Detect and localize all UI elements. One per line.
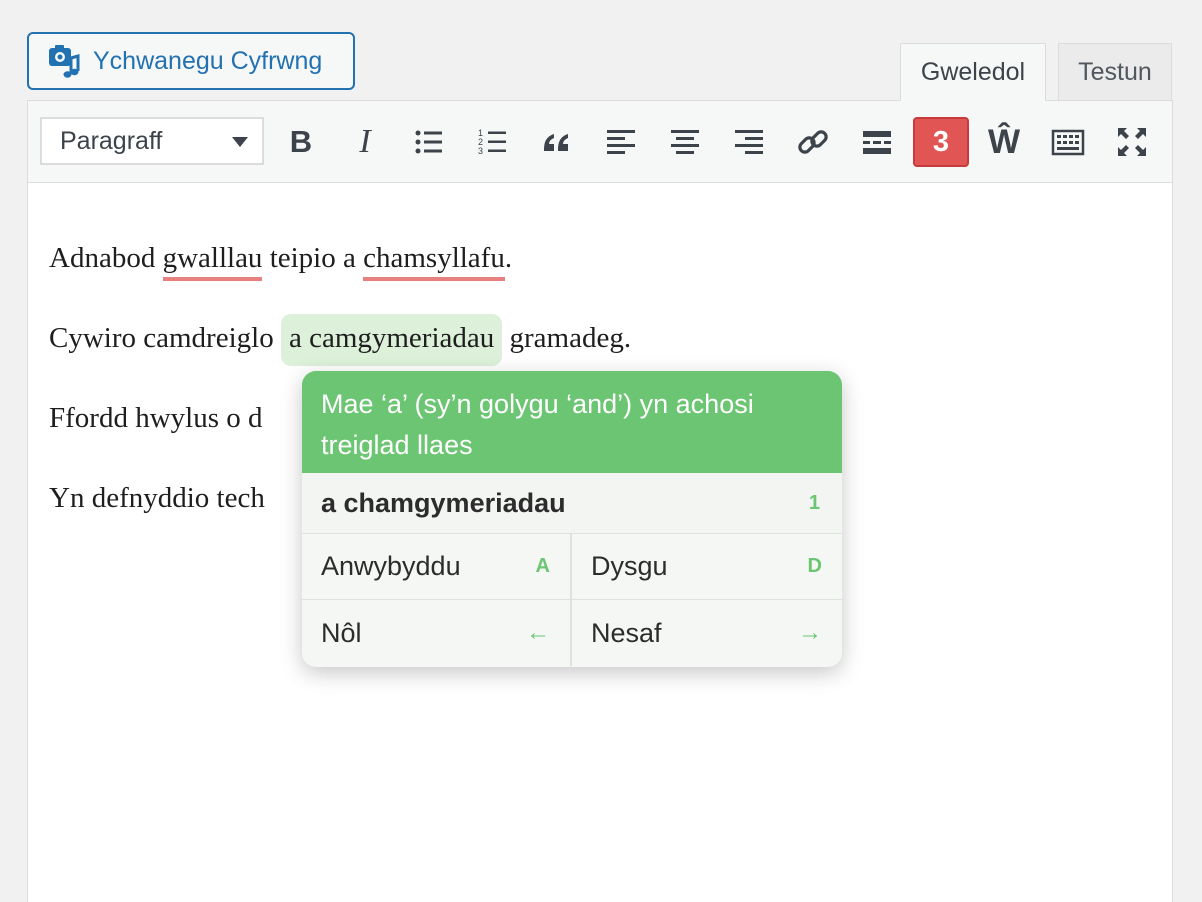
back-label: Nôl [321,617,362,648]
next-button[interactable]: Nesaf → [572,600,842,666]
italic-icon: I [359,123,371,160]
align-left-icon [607,130,635,154]
add-media-button[interactable]: Ychwanegu Cyfrwng [27,32,355,90]
learn-label: Dysgu [591,551,668,581]
shortcut-key: A [535,555,550,577]
align-right-icon [735,130,763,154]
suggestion-option[interactable]: a chamgymeriadau 1 [302,473,842,534]
shortcut-key: D [807,555,822,577]
format-select[interactable]: Paragraff [40,117,264,165]
fullscreen-button[interactable] [1105,117,1159,167]
align-left-button[interactable] [594,117,648,167]
spelling-error[interactable]: chamsyllafu [363,243,505,281]
blockquote-button[interactable] [530,117,584,167]
bold-icon: B [289,124,313,159]
text-run: teipio a [262,242,364,274]
paragraph: Yn defnyddio tech [49,482,265,514]
chevron-down-icon [232,137,248,147]
add-media-label: Ychwanegu Cyfrwng [93,46,323,75]
text-run: gramadeg. [502,322,632,354]
read-more-icon [863,131,891,154]
popup-actions: Anwybyddu A Dysgu D Nôl ← Nesaf → [302,534,842,666]
italic-button[interactable]: I [338,117,392,167]
grammar-error[interactable]: a camgymeriadau [280,314,503,366]
bullet-list-button[interactable] [402,117,456,167]
paragraph: Cywiro camdreiglo a camgymeriadau gramad… [49,314,632,366]
align-center-button[interactable] [658,117,712,167]
cysill-button[interactable]: Ŵ [977,117,1031,167]
read-more-button[interactable] [850,117,904,167]
ignore-label: Anwybyddu [321,551,461,581]
text-run: . [504,242,513,274]
paragraph: Adnabod gwalllau teipio a chamsyllafu. [49,242,512,281]
ignore-button[interactable]: Anwybyddu A [302,534,572,600]
grammar-suggestion-popup: Mae ‘a’ (sy’n golygu ‘and’) yn achosi tr… [302,371,842,667]
tab-text[interactable]: Testun [1058,43,1172,101]
toolbar-toggle-icon [1051,129,1085,156]
align-center-icon [671,130,699,154]
cysill-errors-badge[interactable]: 3 [913,117,969,167]
spelling-error[interactable]: gwalllau [162,243,263,281]
media-icon [47,44,81,78]
text-run: Adnabod [49,242,163,274]
link-icon [798,130,828,154]
svg-text:3: 3 [478,146,483,156]
editor-toolbar: Paragraff B I 1 2 3 3 Ŵ [27,100,1173,183]
align-right-button[interactable] [722,117,776,167]
paragraph: Ffordd hwylus o d [49,402,263,434]
arrow-left-icon: ← [526,619,550,646]
tab-visual[interactable]: Gweledol [900,43,1046,101]
shortcut-key: 1 [808,491,820,514]
popup-message: Mae ‘a’ (sy’n golygu ‘and’) yn achosi tr… [302,371,842,473]
learn-button[interactable]: Dysgu D [572,534,842,600]
numbered-list-icon: 1 2 3 [478,128,506,156]
format-select-value: Paragraff [60,126,163,155]
blockquote-icon [544,134,568,151]
arrow-right-icon: → [798,619,822,646]
text-run: Cywiro camdreiglo [49,322,274,354]
cysill-icon: Ŵ [987,122,1021,161]
suggestion-text: a chamgymeriadau [321,487,566,518]
toolbar-toggle-button[interactable] [1041,117,1095,167]
bold-button[interactable]: B [274,117,328,167]
back-button[interactable]: Nôl ← [302,600,572,666]
numbered-list-button[interactable]: 1 2 3 [466,117,520,167]
bullet-list-icon [415,130,442,154]
next-label: Nesaf [591,617,662,648]
fullscreen-icon [1118,128,1146,156]
link-button[interactable] [786,117,840,167]
